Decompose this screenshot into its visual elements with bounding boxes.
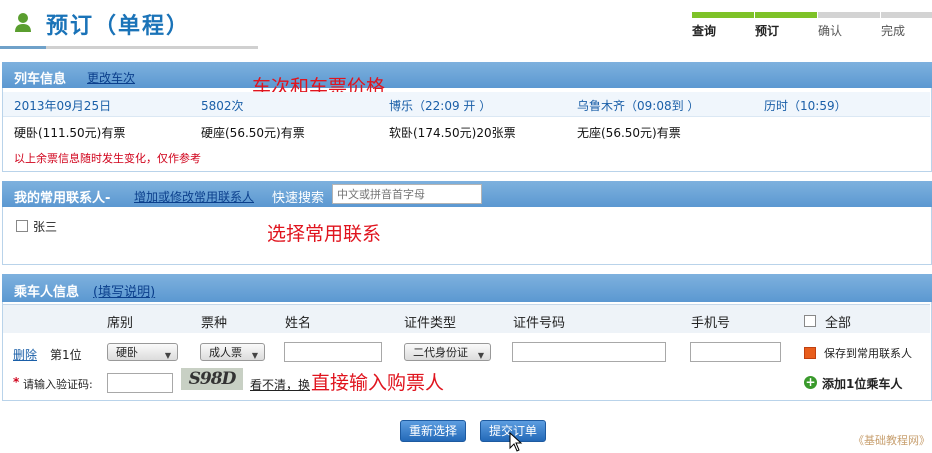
quick-search-label: 快速搜索: [272, 191, 325, 206]
add-passenger-link[interactable]: 添加1位乘车人: [822, 375, 902, 392]
chevron-down-icon: ▼: [164, 351, 171, 360]
id-type-select[interactable]: 二代身份证 ▼: [404, 343, 491, 361]
seat-price: 硬卧(111.50元)有票: [14, 126, 126, 140]
reset-button[interactable]: 重新选择: [400, 420, 466, 442]
phone-input[interactable]: [690, 342, 781, 362]
contact-search-input[interactable]: [332, 184, 482, 204]
watermark: 《基础教程网》: [853, 434, 930, 447]
chevron-down-icon: ▼: [477, 351, 484, 360]
ticket-type-select[interactable]: 成人票 ▼: [200, 343, 265, 361]
passenger-columns-header: [3, 304, 930, 333]
contact-name: 张三: [33, 220, 58, 234]
page-title: 预订（单程）: [46, 14, 191, 39]
step-label-query: 查询: [692, 24, 717, 38]
passenger-title: 乘车人信息: [14, 285, 80, 300]
train-duration: 历时（10:59）: [764, 99, 847, 113]
id-number-input[interactable]: [512, 342, 666, 362]
col-seat: 席别: [107, 316, 134, 331]
delete-passenger-link[interactable]: 删除: [13, 346, 37, 363]
refresh-captcha-link[interactable]: 看不清，换: [250, 376, 310, 393]
seat-price: 软卧(174.50元)20张票: [389, 126, 516, 140]
required-mark: *: [13, 375, 20, 389]
help-link[interactable]: (填写说明): [93, 281, 155, 300]
train-date: 2013年09月25日: [14, 99, 112, 113]
step-label-confirm: 确认: [818, 24, 843, 38]
annotation-input-buyer: 直接输入购票人: [311, 372, 445, 394]
step-label-complete: 完成: [881, 24, 906, 38]
col-phone: 手机号: [691, 316, 731, 331]
train-arrive: 乌鲁木齐（09:08到 ）: [577, 99, 700, 113]
chevron-down-icon: ▼: [251, 351, 258, 360]
title-divider-accent: [0, 46, 46, 49]
captcha-label: 请输入验证码:: [23, 378, 93, 391]
select-all-checkbox[interactable]: [804, 315, 816, 327]
save-contact-checkbox[interactable]: [804, 347, 816, 359]
train-depart: 博乐（22:09 开 ）: [389, 99, 492, 113]
manage-contacts-link[interactable]: 增加或修改常用联系人: [134, 188, 254, 205]
save-contact-label: 保存到常用联系人: [824, 347, 912, 360]
step-label-book: 预订: [755, 24, 780, 38]
contact-checkbox[interactable]: [16, 220, 28, 232]
captcha-image: S98D: [181, 368, 243, 390]
change-train-link[interactable]: 更改车次: [87, 69, 135, 86]
step-bar-confirm: [818, 12, 880, 18]
col-id-type: 证件类型: [404, 316, 457, 331]
step-bar-complete: [881, 12, 932, 18]
col-id-number: 证件号码: [513, 316, 566, 331]
mouse-cursor-icon: [509, 432, 523, 452]
add-icon[interactable]: +: [804, 376, 817, 389]
user-icon: [15, 13, 31, 32]
train-info-header: [2, 62, 932, 88]
col-all: 全部: [825, 316, 852, 331]
captcha-input[interactable]: [107, 373, 173, 393]
train-info-title: 列车信息: [14, 72, 67, 87]
seat-price: 无座(56.50元)有票: [577, 126, 681, 140]
seat-select[interactable]: 硬卧 ▼: [107, 343, 178, 361]
step-bar-book: [755, 12, 817, 18]
train-number: 5802次: [201, 99, 244, 113]
availability-note: 以上余票信息随时发生变化，仅作参考: [14, 152, 201, 165]
col-name: 姓名: [285, 316, 312, 331]
annotation-select-contact: 选择常用联系: [267, 223, 382, 245]
seat-price: 硬座(56.50元)有票: [201, 126, 305, 140]
step-bar-query: [692, 12, 754, 18]
contacts-title: 我的常用联系人-: [14, 191, 111, 206]
col-ticket: 票种: [201, 316, 228, 331]
passenger-index: 第1位: [50, 348, 82, 362]
passenger-name-input[interactable]: [284, 342, 382, 362]
